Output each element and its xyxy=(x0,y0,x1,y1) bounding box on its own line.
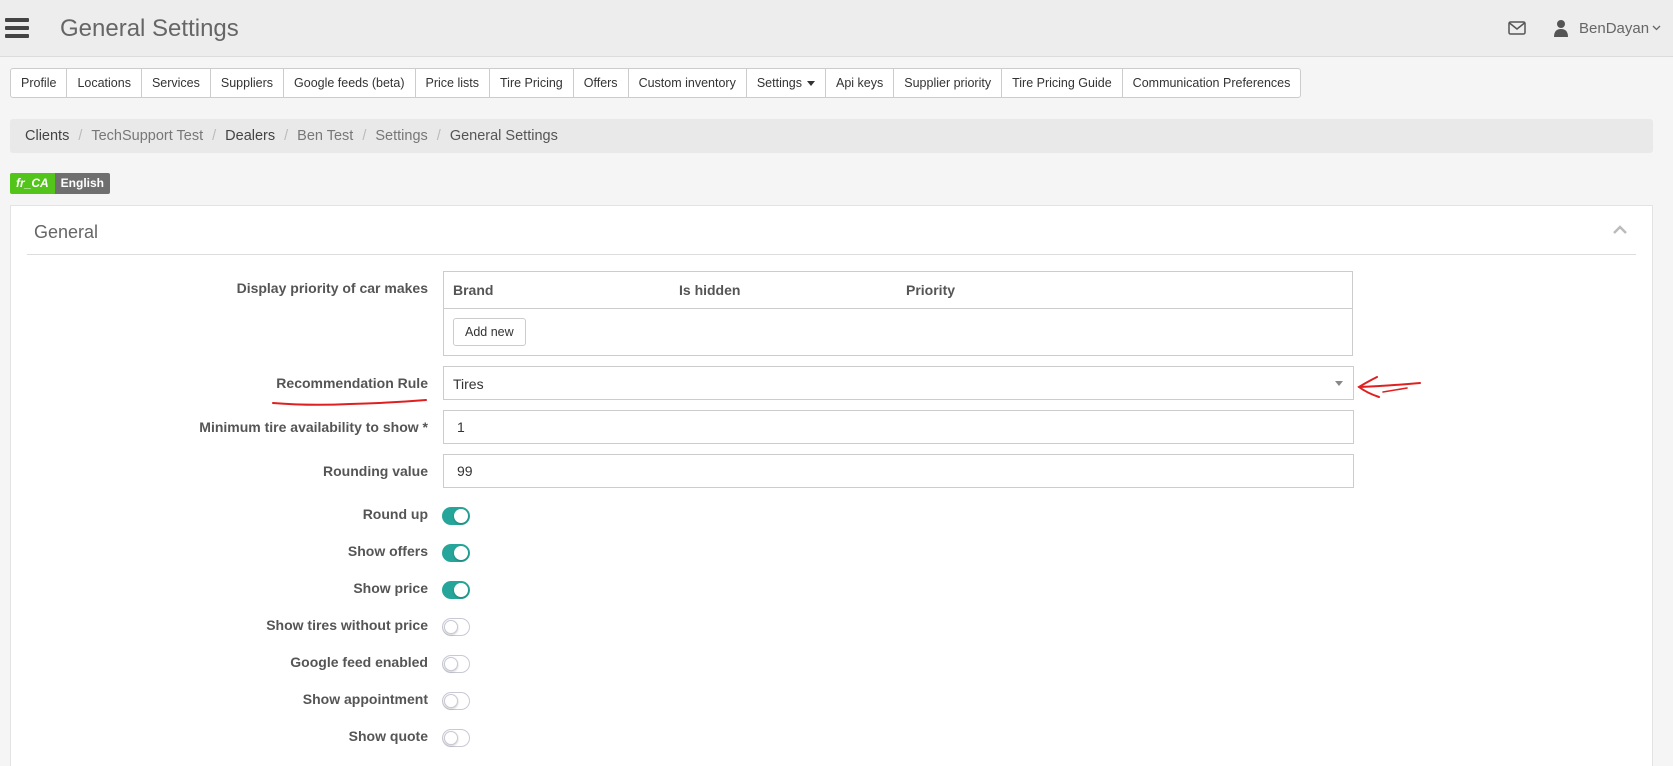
toggle-knob xyxy=(444,730,458,745)
round-up-toggle[interactable] xyxy=(442,507,470,525)
user-menu[interactable]: BenDayan xyxy=(1579,20,1649,37)
page-title: General Settings xyxy=(60,15,239,42)
column-brand: Brand xyxy=(453,282,494,298)
hamburger-menu-icon[interactable] xyxy=(5,18,29,38)
recommendation-rule-label: Recommendation Rule xyxy=(276,375,428,391)
chevron-up-icon[interactable] xyxy=(1612,224,1628,236)
table-header: Brand Is hidden Priority xyxy=(444,272,1352,309)
tab-settings[interactable]: Settings xyxy=(747,69,826,97)
min-availability-input[interactable] xyxy=(443,410,1354,444)
tab-supplier-priority[interactable]: Supplier priority xyxy=(894,69,1003,97)
breadcrumb-ben-test[interactable]: Ben Test xyxy=(297,128,353,144)
show-appointment-toggle[interactable] xyxy=(442,692,470,710)
caret-down-icon xyxy=(1335,381,1343,386)
round-up-label: Round up xyxy=(362,506,428,522)
breadcrumb-general-settings: General Settings xyxy=(449,128,558,144)
breadcrumb: Clients / TechSupport Test / Dealers / B… xyxy=(10,119,1653,153)
tab-services[interactable]: Services xyxy=(142,69,211,97)
tab-custom-inventory[interactable]: Custom inventory xyxy=(629,69,747,97)
divider xyxy=(27,254,1636,255)
general-panel: General Display priority of car makes Br… xyxy=(10,205,1653,766)
toggle-knob xyxy=(444,693,458,708)
show-offers-label: Show offers xyxy=(347,543,428,559)
add-new-button[interactable]: Add new xyxy=(453,318,526,346)
toggle-knob xyxy=(454,509,468,523)
tab-price-lists[interactable]: Price lists xyxy=(416,69,490,97)
select-value: Tires xyxy=(453,376,484,392)
language-switch: fr_CA English xyxy=(10,173,111,194)
tab-profile[interactable]: Profile xyxy=(11,69,68,97)
show-appointment-label: Show appointment xyxy=(302,691,428,707)
breadcrumb-techsupport-test[interactable]: TechSupport Test xyxy=(91,128,203,144)
show-price-label: Show price xyxy=(353,580,428,596)
toggle-knob xyxy=(454,583,468,597)
breadcrumb-settings[interactable]: Settings xyxy=(375,128,427,144)
toggle-knob xyxy=(454,546,468,560)
tab-communication-preferences[interactable]: Communication Preferences xyxy=(1123,69,1301,97)
show-tires-without-price-toggle[interactable] xyxy=(442,618,470,636)
breadcrumb-clients[interactable]: Clients xyxy=(25,128,69,144)
tab-tire-pricing-guide[interactable]: Tire Pricing Guide xyxy=(1002,69,1123,97)
caret-down-icon xyxy=(807,80,815,86)
rounding-value-input[interactable] xyxy=(443,454,1354,488)
settings-tabs: Profile Locations Services Suppliers Goo… xyxy=(10,68,1302,98)
breadcrumb-dealers[interactable]: Dealers xyxy=(225,128,275,144)
car-makes-table: Brand Is hidden Priority Add new xyxy=(443,271,1353,356)
car-makes-label: Display priority of car makes xyxy=(236,280,428,296)
rounding-value-label: Rounding value xyxy=(323,463,428,479)
tab-offers[interactable]: Offers xyxy=(574,69,629,97)
show-quote-label: Show quote xyxy=(348,728,428,744)
min-availability-label: Minimum tire availability to show * xyxy=(199,419,428,435)
tab-google-feeds[interactable]: Google feeds (beta) xyxy=(284,69,416,97)
show-quote-toggle[interactable] xyxy=(442,729,470,747)
google-feed-enabled-toggle[interactable] xyxy=(442,655,470,673)
toggle-knob xyxy=(444,619,458,634)
tab-suppliers[interactable]: Suppliers xyxy=(211,69,285,97)
tab-api-keys[interactable]: Api keys xyxy=(826,69,895,97)
google-feed-enabled-label: Google feed enabled xyxy=(290,654,428,670)
panel-title: General xyxy=(34,222,99,242)
show-offers-toggle[interactable] xyxy=(442,544,470,562)
toggle-knob xyxy=(444,656,458,671)
chevron-down-icon[interactable] xyxy=(1652,23,1661,32)
top-bar: General Settings BenDayan xyxy=(0,0,1673,57)
tab-tire-pricing[interactable]: Tire Pricing xyxy=(490,69,574,97)
show-price-toggle[interactable] xyxy=(442,581,470,599)
recommendation-rule-select[interactable]: Tires xyxy=(443,366,1354,400)
column-priority: Priority xyxy=(906,282,956,298)
tab-locations[interactable]: Locations xyxy=(67,69,142,97)
language-english[interactable]: English xyxy=(54,173,111,194)
mail-icon[interactable] xyxy=(1508,21,1526,35)
user-icon xyxy=(1554,20,1568,37)
language-fr-ca[interactable]: fr_CA xyxy=(10,173,55,194)
show-tires-without-price-label: Show tires without price xyxy=(266,617,428,633)
column-is-hidden: Is hidden xyxy=(679,282,741,298)
